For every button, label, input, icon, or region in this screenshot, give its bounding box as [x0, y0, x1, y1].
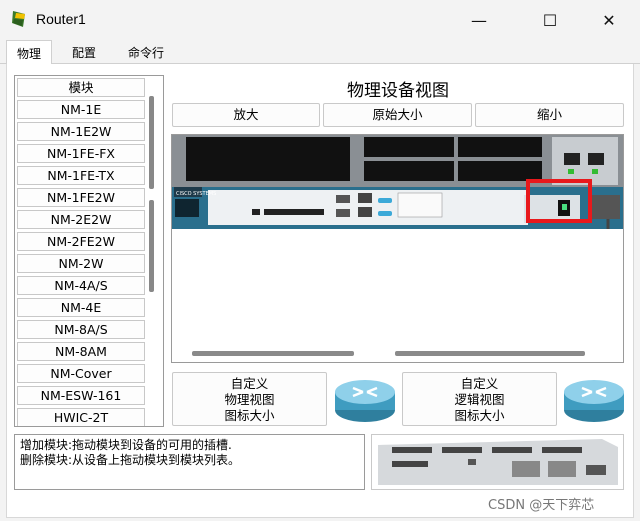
module-list-header: 模块	[17, 78, 145, 97]
title-bar: Router1 — ☐ ✕	[0, 0, 640, 40]
minimize-icon: —	[471, 10, 487, 30]
close-button[interactable]: ✕	[586, 0, 632, 40]
router-logical-icon	[564, 380, 624, 422]
module-item-nm-1e[interactable]: NM-1E	[17, 100, 145, 119]
help-remove-text: 删除模块:从设备上拖动模块到模块列表。	[20, 453, 241, 467]
module-item-nm-1e2w[interactable]: NM-1E2W	[17, 122, 145, 141]
tab-bar: 物理 配置 命令行	[0, 40, 640, 65]
view-heading: 物理设备视图	[347, 81, 449, 101]
window-title: Router1	[36, 11, 86, 27]
help-box: 增加模块:拖动模块到设备的可用的插槽. 删除模块:从设备上拖动模块到模块列表。	[14, 434, 365, 490]
logical-size-line1: 自定义	[460, 376, 499, 391]
physical-size-line3: 图标大小	[224, 408, 275, 423]
module-item-nm-1fe-tx[interactable]: NM-1FE-TX	[17, 166, 145, 185]
module-list-scrollbar-thumb[interactable]	[149, 200, 154, 292]
maximize-icon: ☐	[542, 10, 558, 30]
module-item-nm-cover[interactable]: NM-Cover	[17, 364, 145, 383]
cisco-logo-text: CISCO SYSTEMS	[176, 191, 216, 197]
module-item-nm-4as[interactable]: NM-4A/S	[17, 276, 145, 295]
device-view[interactable]: CISCO SYSTEMS	[171, 134, 624, 363]
module-list[interactable]: 模块 NM-1E NM-1E2W NM-1FE-FX NM-1FE-TX NM-…	[14, 75, 164, 427]
maximize-button[interactable]: ☐	[527, 0, 573, 40]
router-icon	[335, 380, 395, 422]
horizontal-scrollbar-right[interactable]	[395, 351, 585, 356]
close-icon: ✕	[602, 10, 616, 30]
module-list-scrollbar[interactable]	[149, 96, 154, 189]
custom-physical-icon-size-button[interactable]: 自定义 物理视图 图标大小	[172, 372, 327, 426]
original-size-button[interactable]: 原始大小	[323, 103, 472, 127]
module-item-hwic-2t[interactable]: HWIC-2T	[17, 408, 145, 426]
module-item-nm-esw-161[interactable]: NM-ESW-161	[17, 386, 145, 405]
module-item-nm-2e2w[interactable]: NM-2E2W	[17, 210, 145, 229]
physical-size-line1: 自定义	[230, 376, 269, 391]
module-preview-image	[372, 435, 623, 489]
minimize-button[interactable]: —	[456, 0, 502, 40]
router-app-icon	[12, 11, 25, 27]
module-item-nm-2fe2w[interactable]: NM-2FE2W	[17, 232, 145, 251]
physical-size-line2: 物理视图	[224, 392, 275, 407]
logical-size-line3: 图标大小	[454, 408, 505, 423]
module-item-nm-4e[interactable]: NM-4E	[17, 298, 145, 317]
tab-physical[interactable]: 物理	[6, 40, 53, 65]
watermark: CSDN @天下弈芯	[488, 498, 595, 513]
zoom-out-button[interactable]: 缩小	[475, 103, 624, 127]
module-item-nm-8am[interactable]: NM-8AM	[17, 342, 145, 361]
help-add-text: 增加模块:拖动模块到设备的可用的插槽.	[20, 438, 232, 452]
module-item-nm-1fe2w[interactable]: NM-1FE2W	[17, 188, 145, 207]
zoom-in-button[interactable]: 放大	[172, 103, 320, 127]
logical-size-line2: 逻辑视图	[454, 392, 505, 407]
tab-config[interactable]: 配置	[62, 40, 106, 64]
module-item-nm-2w[interactable]: NM-2W	[17, 254, 145, 273]
custom-logical-icon-size-button[interactable]: 自定义 逻辑视图 图标大小	[402, 372, 557, 426]
router-front-panel: CISCO SYSTEMS	[172, 135, 623, 362]
module-preview	[371, 434, 624, 490]
tab-cli[interactable]: 命令行	[118, 40, 174, 64]
module-item-nm-8as[interactable]: NM-8A/S	[17, 320, 145, 339]
module-item-nm-1fe-fx[interactable]: NM-1FE-FX	[17, 144, 145, 163]
horizontal-scrollbar-left[interactable]	[192, 351, 354, 356]
